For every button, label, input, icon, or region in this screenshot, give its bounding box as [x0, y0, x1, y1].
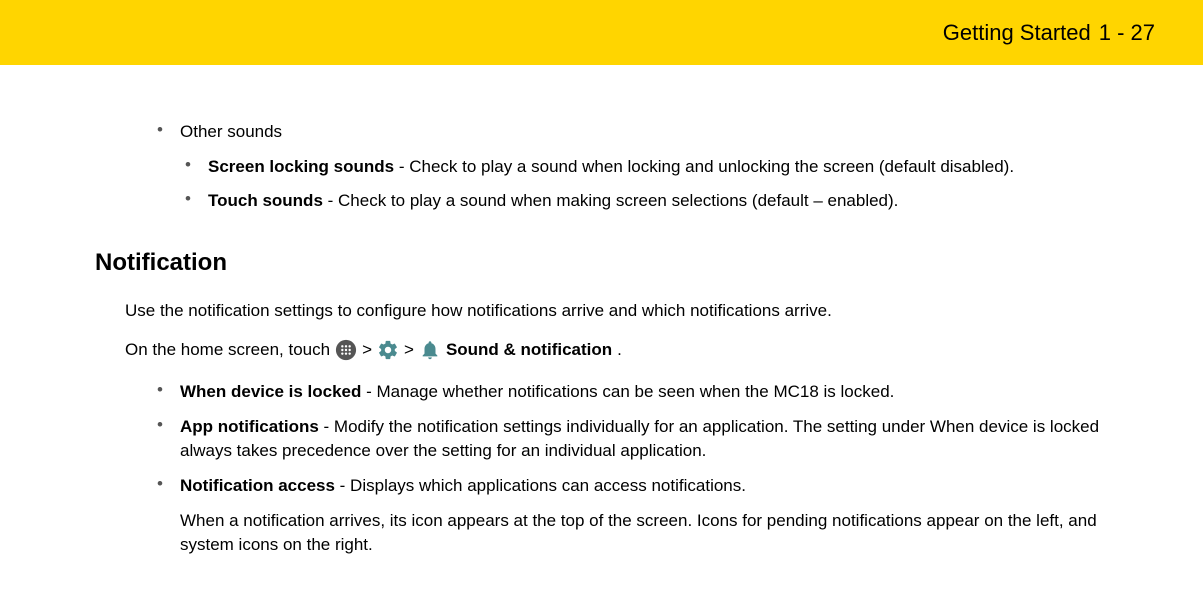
bullet-text: When device is locked - Manage whether n… [180, 380, 1113, 405]
paragraph-intro: Use the notification settings to configu… [95, 299, 1113, 324]
bullet-icon: • [95, 120, 180, 145]
bullet-icon: • [95, 380, 180, 405]
gear-icon [377, 339, 399, 361]
path-destination-label: Sound & notification [446, 338, 612, 363]
bullet-text: Touch sounds - Check to play a sound whe… [208, 189, 1113, 214]
period: . [617, 338, 622, 363]
option-desc: - Modify the notification settings indiv… [180, 417, 1099, 461]
bullet-icon: • [95, 155, 208, 180]
option-label: Touch sounds [208, 191, 323, 210]
bullet-text: App notifications - Modify the notificat… [180, 415, 1113, 464]
path-prefix: On the home screen, touch [125, 338, 330, 363]
list-item: • Screen locking sounds - Check to play … [95, 155, 1113, 180]
list-item: • Other sounds [95, 120, 1113, 145]
option-label: Notification access [180, 476, 335, 495]
bullet-icon: • [95, 189, 208, 214]
header-page-number: 1 - 27 [1099, 20, 1155, 46]
page-header: Getting Started 1 - 27 [0, 0, 1203, 65]
list-item: • Notification access - Displays which a… [95, 474, 1113, 499]
list-item: • Touch sounds - Check to play a sound w… [95, 189, 1113, 214]
document-content: • Other sounds • Screen locking sounds -… [0, 65, 1203, 598]
apps-grid-icon [335, 339, 357, 361]
option-desc: - Check to play a sound when locking and… [394, 157, 1014, 176]
path-separator: > [362, 338, 372, 363]
option-desc: - Displays which applications can access… [335, 476, 746, 495]
list-item: • App notifications - Modify the notific… [95, 415, 1113, 464]
option-desc: - Manage whether notifications can be se… [361, 382, 894, 401]
option-label: When device is locked [180, 382, 361, 401]
option-desc: - Check to play a sound when making scre… [323, 191, 899, 210]
bullet-text: Other sounds [180, 120, 1113, 145]
list-item: • When device is locked - Manage whether… [95, 380, 1113, 405]
paragraph-arrival-note: When a notification arrives, its icon ap… [95, 509, 1113, 558]
option-label: App notifications [180, 417, 319, 436]
section-heading-notification: Notification [95, 249, 1113, 277]
bullet-text: Notification access - Displays which app… [180, 474, 1113, 499]
bell-icon [419, 339, 441, 361]
bullet-icon: • [95, 474, 180, 499]
header-title: Getting Started [943, 20, 1091, 46]
path-separator: > [404, 338, 414, 363]
bullet-text: Screen locking sounds - Check to play a … [208, 155, 1113, 180]
navigation-path: On the home screen, touch > > [95, 338, 1113, 363]
option-label: Screen locking sounds [208, 157, 394, 176]
bullet-icon: • [95, 415, 180, 464]
